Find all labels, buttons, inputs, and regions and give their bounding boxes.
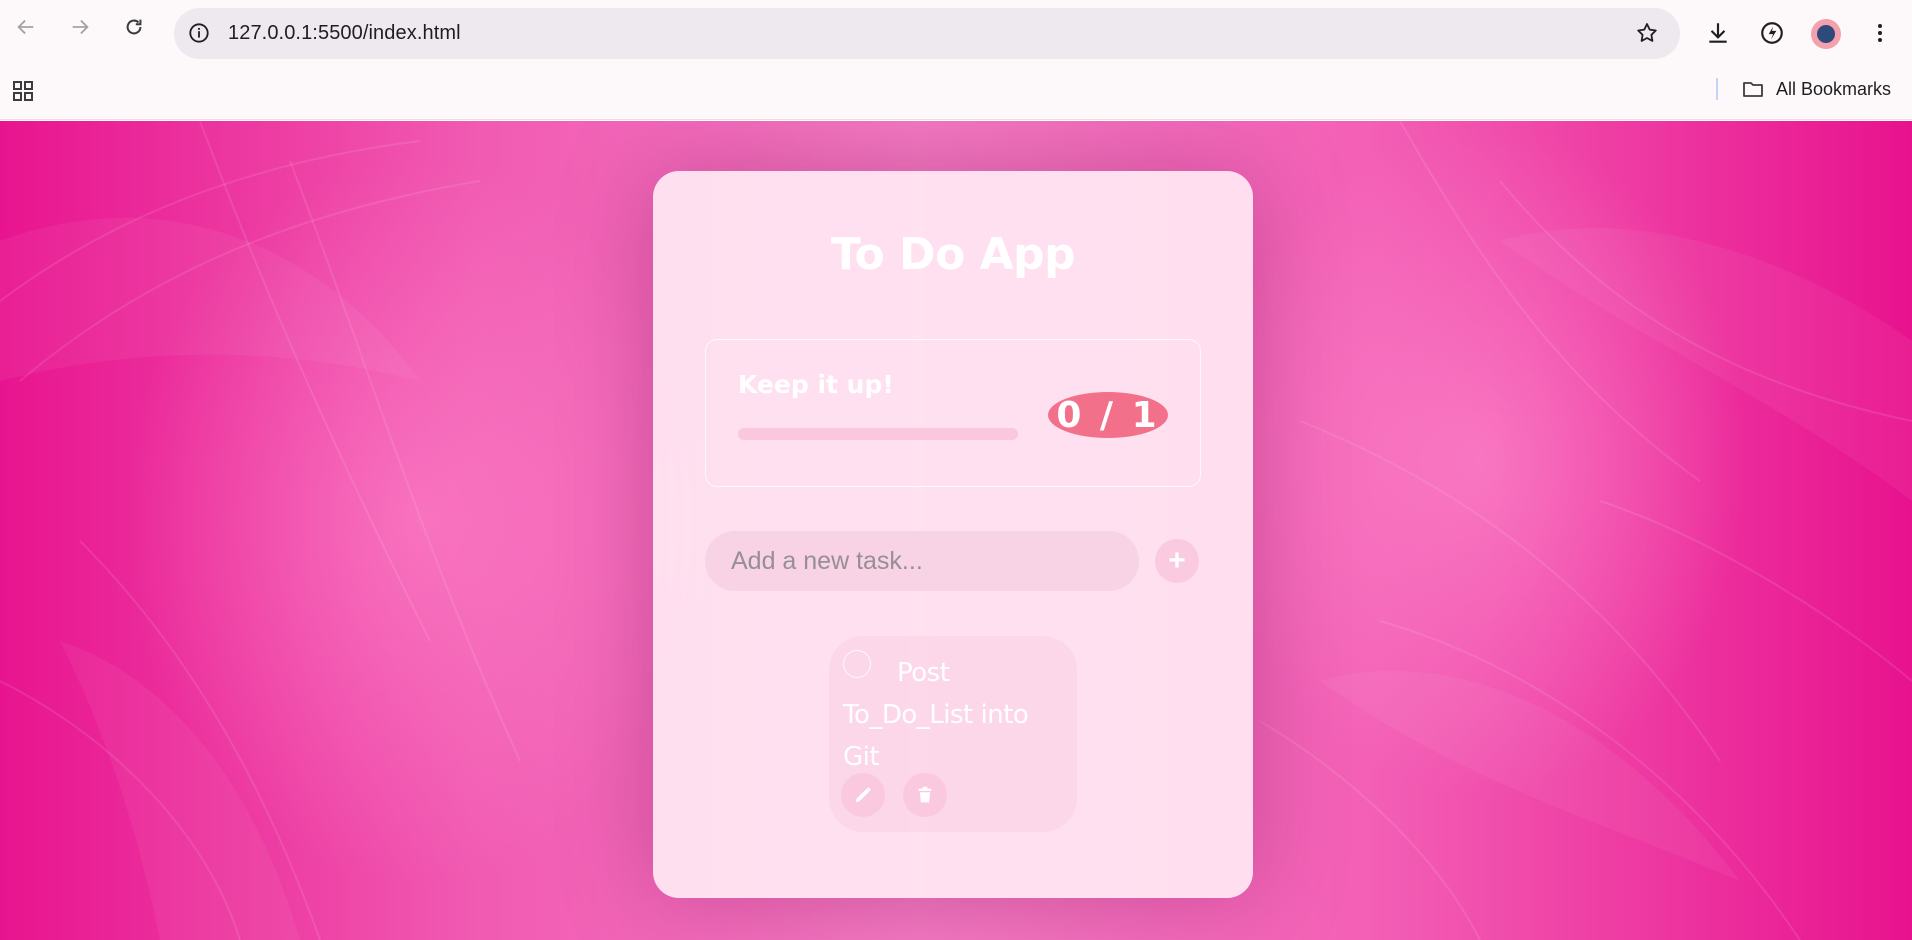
forward-button[interactable]	[66, 13, 94, 41]
all-bookmarks-label: All Bookmarks	[1776, 78, 1892, 99]
address-bar[interactable]: 127.0.0.1:5500/index.html	[174, 8, 1680, 59]
site-info-icon[interactable]	[186, 20, 212, 46]
app-title: To Do App	[830, 229, 1076, 280]
performance-icon	[1761, 22, 1783, 44]
new-task-input[interactable]	[705, 531, 1139, 591]
url-text[interactable]: 127.0.0.1:5500/index.html	[228, 22, 461, 45]
download-icon	[1709, 23, 1727, 43]
download-button[interactable]	[1702, 17, 1734, 49]
delete-task-button[interactable]	[903, 773, 947, 817]
more-menu-icon	[1878, 24, 1882, 42]
pencil-icon	[855, 787, 871, 803]
stats-panel: Keep it up! 0 / 1	[705, 339, 1201, 487]
progress-bar	[738, 428, 1018, 440]
more-menu-button[interactable]	[1864, 17, 1896, 49]
reload-button[interactable]	[120, 13, 148, 41]
forward-arrow-icon	[72, 19, 89, 35]
profile-avatar[interactable]	[1811, 19, 1841, 49]
task-counter-badge: 0 / 1	[1048, 392, 1168, 438]
bookmark-star-icon[interactable]	[1634, 20, 1660, 46]
performance-button[interactable]	[1756, 17, 1788, 49]
browser-toolbar: 127.0.0.1:5500/index.html	[0, 0, 1912, 66]
bookmarks-bar: All Bookmarks	[0, 66, 1912, 120]
add-task-button[interactable]: +	[1155, 539, 1199, 583]
stats-message: Keep it up!	[738, 370, 894, 399]
edit-task-button[interactable]	[841, 773, 885, 817]
bookmarks-separator	[1716, 78, 1718, 100]
page-background: To Do App Keep it up! 0 / 1 + Post To_Do…	[0, 121, 1912, 940]
back-button[interactable]	[12, 13, 40, 41]
apps-grid-icon[interactable]	[10, 78, 36, 104]
reload-icon	[126, 19, 142, 35]
folder-icon	[1743, 82, 1763, 97]
all-bookmarks-button[interactable]: All Bookmarks	[1740, 76, 1891, 102]
trash-icon	[918, 786, 932, 803]
back-arrow-icon	[17, 19, 34, 35]
todo-card: To Do App Keep it up! 0 / 1 + Post To_Do…	[653, 171, 1253, 898]
task-list-item: Post To_Do_List into Git	[829, 636, 1077, 832]
task-text: Post To_Do_List into Git	[843, 658, 1029, 772]
